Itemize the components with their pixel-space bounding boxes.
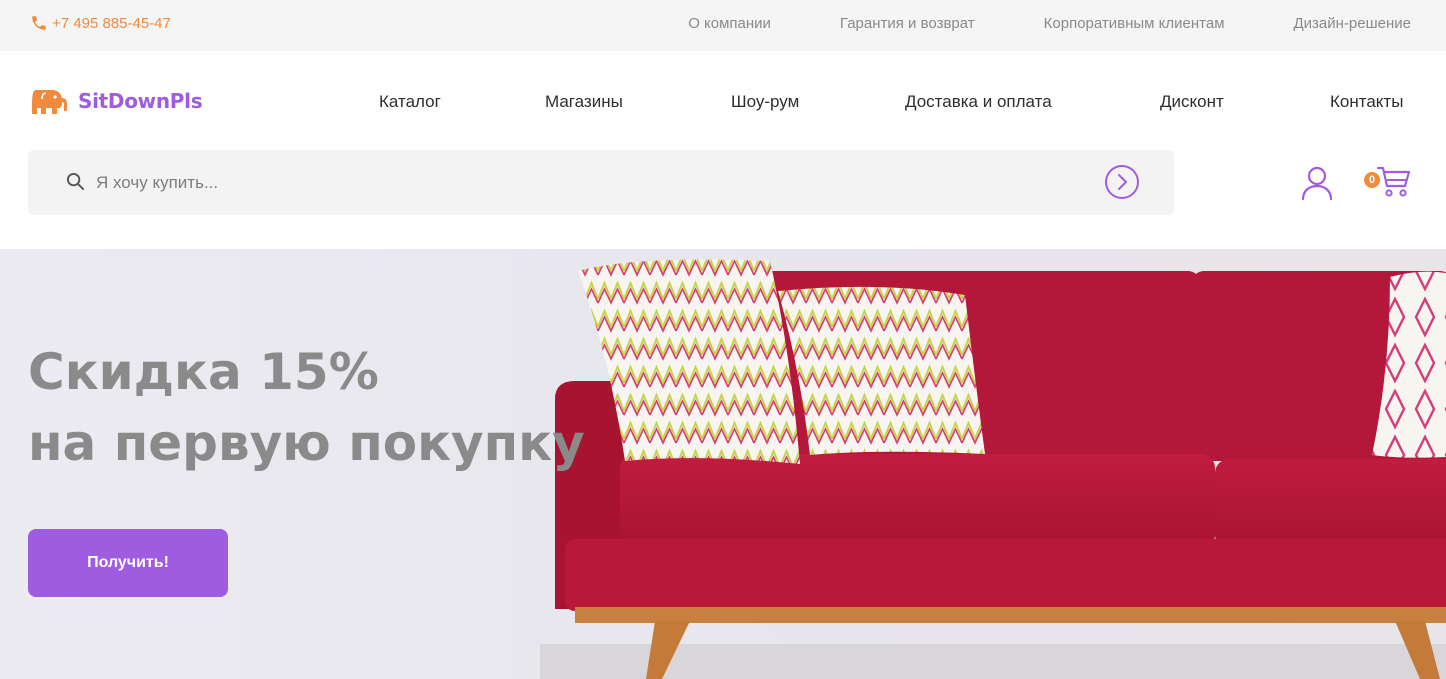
hero-title: Скидка 15% на первую покупку (28, 337, 585, 479)
hero-banner: Скидка 15% на первую покупку Получить! (0, 249, 1446, 679)
nav-delivery[interactable]: Доставка и оплата (905, 92, 1052, 112)
cart-count-badge: 0 (1364, 172, 1380, 188)
top-link-design[interactable]: Дизайн-решение (1294, 15, 1411, 32)
top-links: О компании Гарантия и возврат Корпоратив… (619, 15, 1411, 32)
nav-showroom[interactable]: Шоу-рум (731, 92, 799, 112)
chevron-right-circle-icon[interactable] (1104, 164, 1140, 200)
nav-discount[interactable]: Дисконт (1160, 92, 1224, 112)
search-icon (66, 172, 85, 191)
phone-link[interactable]: +7 495 885-45-47 (30, 14, 171, 32)
search-bar (28, 150, 1174, 215)
cart-button[interactable]: 0 (1364, 164, 1412, 200)
nav-contacts[interactable]: Контакты (1330, 92, 1403, 112)
get-discount-button[interactable]: Получить! (28, 529, 228, 597)
main-nav: Каталог Магазины Шоу-рум Доставка и опла… (0, 92, 1446, 116)
nav-stores[interactable]: Магазины (545, 92, 623, 112)
top-bar: +7 495 885-45-47 О компании Гарантия и в… (0, 0, 1446, 51)
phone-number: +7 495 885-45-47 (52, 14, 171, 32)
user-icon[interactable] (1300, 165, 1334, 201)
phone-icon (32, 16, 46, 30)
nav-catalog[interactable]: Каталог (379, 92, 441, 112)
hero-title-line2: на первую покупку (28, 414, 585, 472)
top-link-corporate[interactable]: Корпоративным клиентам (1044, 15, 1225, 32)
search-input[interactable] (96, 160, 1076, 205)
top-link-about[interactable]: О компании (688, 15, 771, 32)
hero-title-line1: Скидка 15% (28, 343, 379, 401)
top-link-warranty[interactable]: Гарантия и возврат (840, 15, 975, 32)
